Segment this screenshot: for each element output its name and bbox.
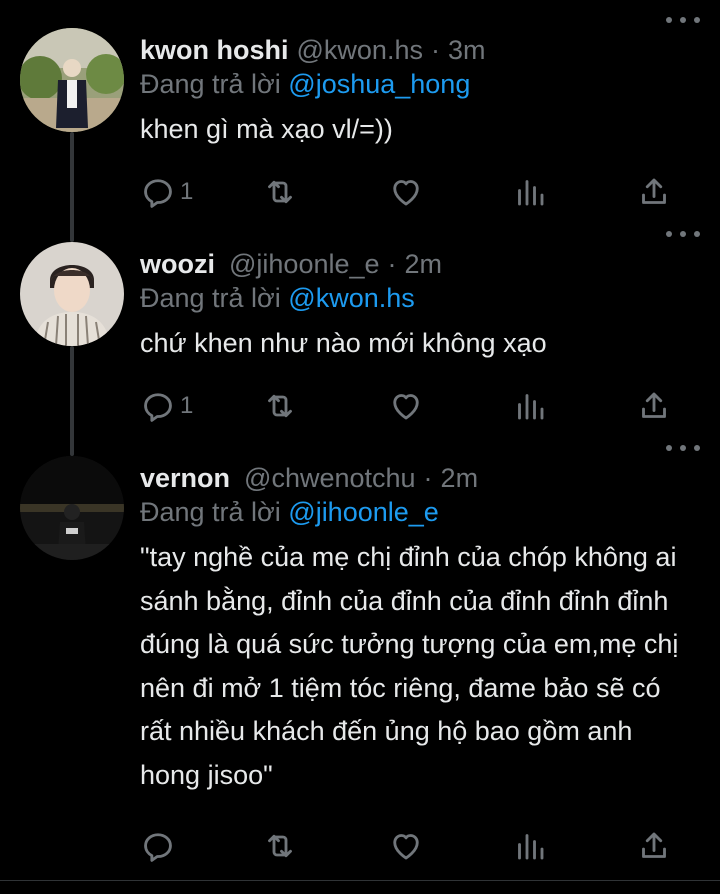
reply-context: Đang trả lời @jihoonle_e <box>140 495 700 529</box>
reply-prefix: Đang trả lời <box>140 497 281 527</box>
more-icon[interactable] <box>666 10 700 30</box>
more-icon[interactable] <box>666 224 700 244</box>
tweet[interactable]: woozi @jihoonle_e · 2m Đang trả lời @kwo… <box>0 214 720 454</box>
reply-context: Đang trả lời @kwon.hs <box>140 281 700 315</box>
avatar[interactable] <box>20 28 124 132</box>
share-button[interactable] <box>636 826 672 866</box>
share-button[interactable] <box>636 172 672 212</box>
retweet-icon <box>262 388 298 424</box>
reply-handle-link[interactable]: @kwon.hs <box>288 283 414 313</box>
avatar[interactable] <box>20 242 124 346</box>
timestamp[interactable]: 2m <box>441 461 479 495</box>
tweet-text: chứ khen như nào mới không xạo <box>140 328 547 358</box>
like-icon <box>388 174 424 210</box>
retweet-button[interactable] <box>262 826 298 866</box>
retweet-icon <box>262 174 298 210</box>
reply-button[interactable]: 1 <box>140 172 193 212</box>
tweet-text: khen gì mà xạo vl/=)) <box>140 114 393 144</box>
tweet[interactable]: vernon @chwenotchu · 2m Đang trả lời @ji… <box>0 428 720 878</box>
author-name[interactable]: woozi <box>140 247 215 281</box>
reply-handle-link[interactable]: @jihoonle_e <box>288 497 439 527</box>
like-icon <box>388 828 424 864</box>
like-icon <box>388 388 424 424</box>
share-icon <box>636 828 672 864</box>
author-handle[interactable]: @jihoonle_e <box>229 247 380 281</box>
author-handle[interactable]: @chwenotchu <box>244 461 416 495</box>
views-icon <box>512 174 548 210</box>
views-button[interactable] <box>512 386 548 426</box>
reply-count: 1 <box>180 392 194 419</box>
retweet-icon <box>262 828 298 864</box>
separator: · <box>430 35 440 65</box>
retweet-button[interactable] <box>262 386 298 426</box>
tweet[interactable]: kwon hoshi @kwon.hs · 3m Đang trả lời @j… <box>0 0 720 240</box>
reply-handle-link[interactable]: @joshua_hong <box>288 69 470 99</box>
share-button[interactable] <box>636 386 672 426</box>
separator: · <box>423 463 433 493</box>
reply-icon <box>140 388 176 424</box>
like-button[interactable] <box>388 172 424 212</box>
author-name[interactable]: kwon hoshi <box>140 33 289 67</box>
share-icon <box>636 388 672 424</box>
views-icon <box>512 828 548 864</box>
author-name[interactable]: vernon <box>140 461 230 495</box>
avatar[interactable] <box>20 456 124 560</box>
like-button[interactable] <box>388 826 424 866</box>
separator: · <box>387 249 397 279</box>
reply-button[interactable] <box>140 826 176 866</box>
author-handle[interactable]: @kwon.hs <box>297 33 423 67</box>
timestamp[interactable]: 3m <box>448 33 486 67</box>
more-icon[interactable] <box>666 438 700 458</box>
reply-button[interactable]: 1 <box>140 386 193 426</box>
timestamp[interactable]: 2m <box>405 247 443 281</box>
tweet-text: "tay nghề của mẹ chị đỉnh của chóp không… <box>140 542 679 790</box>
like-button[interactable] <box>388 386 424 426</box>
retweet-button[interactable] <box>262 172 298 212</box>
views-button[interactable] <box>512 172 548 212</box>
reply-icon <box>140 828 176 864</box>
divider <box>0 880 720 881</box>
reply-context: Đang trả lời @joshua_hong <box>140 67 700 101</box>
reply-icon <box>140 174 176 210</box>
reply-count: 1 <box>180 178 194 205</box>
reply-prefix: Đang trả lời <box>140 283 281 313</box>
views-icon <box>512 388 548 424</box>
reply-prefix: Đang trả lời <box>140 69 281 99</box>
share-icon <box>636 174 672 210</box>
views-button[interactable] <box>512 826 548 866</box>
tweet-thread: kwon hoshi @kwon.hs · 3m Đang trả lời @j… <box>0 0 720 894</box>
